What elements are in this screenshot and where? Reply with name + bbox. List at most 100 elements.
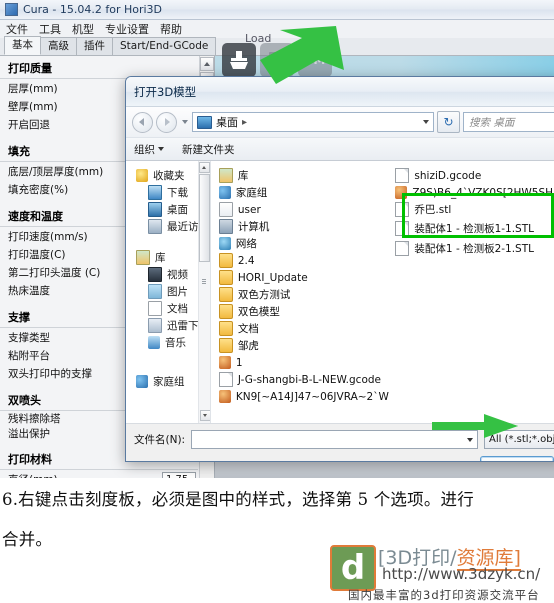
file-label: 计算机 (237, 221, 270, 233)
search-input[interactable]: 搜索 桌面 (463, 112, 554, 132)
new-folder-button[interactable]: 新建文件夹 (182, 142, 235, 157)
list-item[interactable]: 1 (218, 354, 388, 371)
tab-start-end-gcode[interactable]: Start/End-GCode (112, 37, 217, 55)
tab-plugins[interactable]: 插件 (76, 37, 113, 55)
nav-pane-scrollbar[interactable] (197, 161, 210, 423)
scroll-down-arrow-icon[interactable] (199, 410, 210, 421)
tab-basic[interactable]: 基本 (4, 36, 41, 55)
watermark-letter: d (340, 548, 366, 588)
recent-locations-chevron-icon[interactable] (180, 113, 189, 132)
open-3d-model-dialog: 打开3D模型 桌面 ▸ ↻ 搜索 桌面 组织 新建文件夹 收藏夹 下载 桌面 最… (125, 76, 554, 462)
nav-label: 收藏夹 (153, 170, 185, 182)
address-bar[interactable]: 桌面 ▸ (192, 112, 434, 132)
menu-help[interactable]: 帮助 (160, 21, 182, 37)
dialog-command-bar: 组织 新建文件夹 (126, 137, 554, 161)
list-item[interactable]: 邹虎 (218, 337, 388, 354)
viewport-bottom-bar (215, 462, 554, 478)
list-item[interactable]: 双色模型 (218, 303, 388, 320)
folder-icon (218, 287, 233, 302)
list-item[interactable]: 2.4 (218, 252, 388, 269)
scroll-up-arrow-icon[interactable] (198, 162, 210, 173)
scrollbar-thumb[interactable] (198, 174, 210, 262)
nav-label: 桌面 (167, 204, 188, 216)
file-list-view[interactable]: 库 家庭组 user 计算机 网络 2.4 HORI_Update 双色方测试 … (211, 161, 554, 423)
navigation-pane: 收藏夹 下载 桌面 最近访问的位置 库 视频 (126, 161, 211, 423)
list-item[interactable]: 网络 (218, 235, 388, 252)
nav-label: 文档 (167, 303, 188, 315)
application-icon (218, 356, 231, 369)
star-icon (136, 169, 148, 182)
nav-label: 图片 (167, 286, 188, 298)
desktop-icon (148, 202, 162, 217)
list-item[interactable]: HORI_Update (218, 269, 388, 286)
open-button[interactable]: 打开(O) (480, 456, 554, 461)
caption-line-2: 合并。 (2, 530, 53, 549)
chevron-down-icon[interactable] (467, 437, 473, 442)
watermark-logo-badge: d (330, 545, 376, 591)
menu-expert-settings[interactable]: 专业设置 (105, 21, 149, 37)
list-item[interactable]: 双色方测试 (218, 286, 388, 303)
address-location: 桌面 (216, 116, 238, 129)
list-item[interactable]: Z9S)B6_4`VZK0S[2HW5SHIT (395, 184, 554, 201)
tab-advanced[interactable]: 高级 (40, 37, 77, 55)
organize-menu[interactable]: 组织 (134, 142, 164, 157)
music-icon (148, 336, 160, 349)
gcode-file-icon (218, 372, 233, 387)
filename-label: 文件名(N): (134, 434, 186, 446)
scroll-up-arrow-icon[interactable] (200, 57, 214, 71)
file-label: 家庭组 (235, 187, 268, 199)
cura-titlebar: Cura - 15.04.2 for Hori3D (0, 0, 554, 20)
document-icon (148, 301, 162, 316)
file-label: 双色模型 (237, 306, 280, 318)
picture-icon (148, 284, 162, 299)
scrollbar-grip-icon (201, 279, 206, 285)
file-label: shiziD.gcode (414, 169, 482, 182)
list-item-stl-1[interactable]: 装配体1 - 检测板1-1.STL (395, 220, 554, 237)
file-label: HORI_Update (237, 271, 308, 284)
download-icon (148, 185, 162, 200)
nav-label: 库 (155, 252, 166, 264)
organize-label: 组织 (134, 143, 155, 156)
list-item[interactable]: 家庭组 (218, 184, 388, 201)
homegroup-icon (136, 375, 148, 388)
list-item[interactable]: shiziD.gcode (395, 167, 554, 184)
menu-tools[interactable]: 工具 (39, 21, 61, 37)
list-item[interactable]: 计算机 (218, 218, 388, 235)
list-item[interactable]: KN9[~A14J]47~06JVRA~2`W (218, 388, 389, 405)
desktop-icon (197, 115, 212, 129)
dialog-buttons: 打开(O) (134, 456, 554, 461)
homegroup-icon (218, 186, 231, 199)
file-column-2: shiziD.gcode Z9S)B6_4`VZK0S[2HW5SHIT 乔巴.… (387, 167, 554, 423)
watermark-url: http://www.3dzyk.cn/ (382, 565, 541, 583)
file-label: 1 (235, 356, 243, 369)
file-label: 邹虎 (237, 340, 259, 352)
list-item[interactable]: J-G-shangbi-B-L-NEW.gcode (218, 371, 388, 388)
file-column-1: 库 家庭组 user 计算机 网络 2.4 HORI_Update 双色方测试 … (211, 167, 389, 423)
file-label: 库 (237, 170, 249, 182)
library-icon (218, 168, 233, 183)
back-button-icon[interactable] (132, 111, 153, 133)
address-chevron-down-icon[interactable] (423, 120, 429, 124)
menu-file[interactable]: 文件 (6, 21, 28, 37)
menu-machine[interactable]: 机型 (72, 21, 94, 37)
nav-label: 音乐 (165, 337, 186, 349)
list-item[interactable]: user (218, 201, 388, 218)
recent-icon (148, 219, 162, 234)
cura-window-title: Cura - 15.04.2 for Hori3D (23, 3, 163, 16)
folder-icon (218, 304, 233, 319)
stl-file-icon (395, 221, 410, 236)
list-item[interactable]: 库 (218, 167, 388, 184)
library-icon (136, 250, 150, 265)
list-item[interactable]: 乔巴.stl (395, 201, 554, 218)
refresh-icon[interactable]: ↻ (437, 111, 460, 133)
forward-button-icon[interactable] (156, 111, 177, 133)
arrow-to-open-button (432, 414, 518, 438)
list-item[interactable]: 文档 (218, 320, 388, 337)
setting-row-diameter[interactable]: 直径(mm) 1.75 (0, 470, 198, 478)
caption-line-1: 6.右键点击刻度板，必须是图中的样式，选择第 5 个选项。进行 (2, 490, 474, 509)
nav-label: 下载 (167, 187, 188, 199)
dialog-navigation-bar: 桌面 ▸ ↻ 搜索 桌面 (126, 107, 554, 137)
list-item-stl-2[interactable]: 装配体1 - 检测板2-1.STL (395, 240, 554, 257)
arrow-to-load-button (260, 26, 344, 84)
cura-app-icon (5, 3, 18, 16)
